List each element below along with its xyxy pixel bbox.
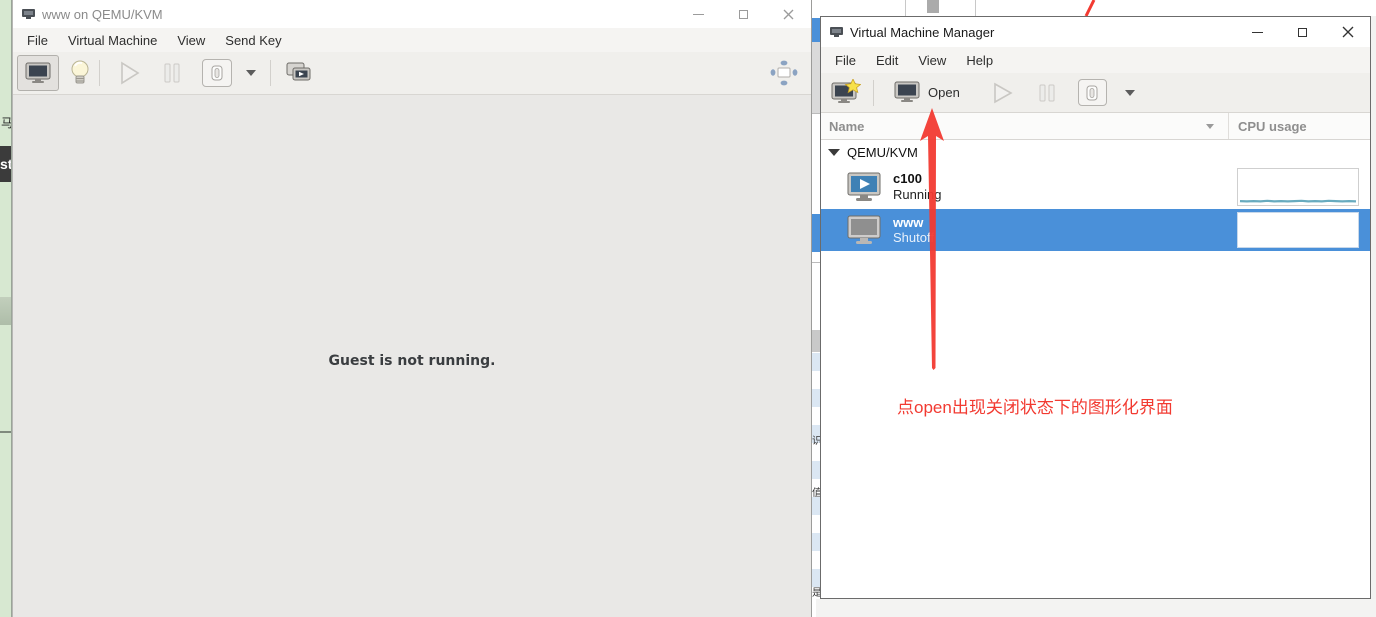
vm-window-icon xyxy=(830,27,843,37)
connection-row-qemu[interactable]: QEMU/KVM xyxy=(821,140,1370,164)
shutdown-menu-arrow[interactable] xyxy=(246,70,256,76)
vm-row-www-selected[interactable]: www Shutoff xyxy=(821,209,1370,251)
maximize-button[interactable] xyxy=(721,0,766,28)
fullscreen-icon[interactable] xyxy=(769,59,799,87)
background-window-gap-sliver: 识 值 是 xyxy=(812,0,820,617)
monitor-icon xyxy=(25,62,51,83)
shutdown-button[interactable] xyxy=(202,59,232,87)
console-window: www on QEMU/KVM File Virtual Machine Vie… xyxy=(12,0,812,617)
minimize-button[interactable] xyxy=(1235,17,1280,47)
shutdown-icon xyxy=(1086,85,1098,100)
clipped-dark-badge: st xyxy=(0,146,11,182)
clipped-text: 值 xyxy=(812,488,820,499)
shutdown-icon xyxy=(211,65,223,81)
run-icon-disabled[interactable] xyxy=(116,60,142,86)
console-menubar: File Virtual Machine View Send Key xyxy=(13,28,811,52)
vm-list-header: Name CPU usage xyxy=(821,113,1370,140)
column-header-name[interactable]: Name xyxy=(821,113,1229,139)
background-window-left-sliver: 马 st xyxy=(0,0,12,617)
background-area xyxy=(816,599,1376,617)
menu-view[interactable]: View xyxy=(167,30,215,51)
cpu-usage-cell xyxy=(1237,167,1359,206)
gap-line xyxy=(812,113,820,114)
bg-vline xyxy=(905,0,906,16)
show-graphical-console-button[interactable] xyxy=(17,55,59,91)
shutdown-button[interactable] xyxy=(1077,79,1107,106)
open-button[interactable]: Open xyxy=(886,77,968,109)
gap-gray-block xyxy=(812,330,820,352)
maximize-icon xyxy=(1298,27,1307,37)
annotation-text: 点open出现关闭状态下的图形化界面 xyxy=(897,398,1173,417)
vm-shutoff-icon xyxy=(847,215,881,244)
virtual-displays-icon[interactable] xyxy=(285,61,313,85)
vm-running-icon xyxy=(847,172,881,201)
annotation-arrow-up xyxy=(920,108,944,370)
sort-arrow-icon[interactable] xyxy=(1206,123,1214,129)
column-header-cpu[interactable]: CPU usage xyxy=(1229,119,1307,134)
sliver-band xyxy=(0,297,11,325)
pause-icon-disabled[interactable] xyxy=(1038,83,1056,103)
menu-file[interactable]: File xyxy=(17,30,58,51)
console-window-title: www on QEMU/KVM xyxy=(42,6,163,22)
manager-menubar: File Edit View Help xyxy=(821,47,1370,73)
maximize-button[interactable] xyxy=(1280,17,1325,47)
clipped-text: 是 xyxy=(812,588,820,599)
desktop: { "background": { "left_edge": { "partia… xyxy=(0,0,1376,617)
expander-icon[interactable] xyxy=(828,148,840,156)
vm-window-icon xyxy=(22,9,35,19)
gap-blue-block xyxy=(812,214,820,252)
minimize-icon xyxy=(693,13,704,15)
gap-blue-block xyxy=(812,18,820,42)
menu-virtual-machine[interactable]: Virtual Machine xyxy=(58,30,167,51)
bg-vline xyxy=(975,0,976,16)
manager-window: Virtual Machine Manager File Edit View H… xyxy=(820,16,1371,599)
bg-red-line xyxy=(1084,0,1096,16)
cpu-sparkline xyxy=(1239,199,1357,203)
bg-scrollbar-thumb xyxy=(927,0,939,13)
manager-titlebar[interactable]: Virtual Machine Manager xyxy=(821,17,1370,47)
menu-view[interactable]: View xyxy=(908,50,956,71)
background-window-top-sliver xyxy=(820,0,1376,16)
manager-window-title: Virtual Machine Manager xyxy=(850,24,995,40)
sliver-divider xyxy=(0,431,11,433)
lightbulb-icon[interactable] xyxy=(69,59,91,87)
run-icon-disabled[interactable] xyxy=(990,81,1014,105)
new-vm-icon[interactable] xyxy=(831,79,861,106)
maximize-icon xyxy=(739,9,748,19)
menu-edit[interactable]: Edit xyxy=(866,50,908,71)
cpu-column-label: CPU usage xyxy=(1238,118,1307,134)
menu-send-key[interactable]: Send Key xyxy=(215,30,291,51)
vm-row-c100[interactable]: c100 Running xyxy=(821,164,1370,209)
clipped-text: 马 xyxy=(1,116,12,130)
cpu-usage-graph-empty xyxy=(1237,212,1359,248)
manager-toolbar: Open xyxy=(821,73,1370,113)
cpu-usage-cell xyxy=(1237,212,1359,248)
shutdown-menu-arrow[interactable] xyxy=(1124,89,1135,96)
connection-label: QEMU/KVM xyxy=(847,144,918,160)
cpu-usage-graph xyxy=(1237,167,1359,206)
minimize-icon xyxy=(1252,31,1263,33)
vm-list: QEMU/KVM c100 Running www Shutoff xyxy=(821,140,1370,598)
guest-status-message: Guest is not running. xyxy=(328,353,496,369)
close-button[interactable] xyxy=(766,0,811,28)
open-button-label: Open xyxy=(928,85,960,100)
close-icon xyxy=(1342,26,1353,38)
menu-file[interactable]: File xyxy=(825,50,866,71)
console-toolbar xyxy=(13,52,811,95)
clipped-text: 识 xyxy=(812,436,820,447)
open-console-icon xyxy=(894,81,920,102)
console-titlebar[interactable]: www on QEMU/KVM xyxy=(13,0,811,28)
gap-table-rows xyxy=(812,353,820,598)
close-button[interactable] xyxy=(1325,17,1370,47)
menu-help[interactable]: Help xyxy=(956,50,1003,71)
pause-icon-disabled[interactable] xyxy=(162,62,182,84)
close-icon xyxy=(783,9,794,19)
minimize-button[interactable] xyxy=(676,0,721,28)
gap-gray-block xyxy=(812,42,820,113)
name-column-label: Name xyxy=(829,118,865,134)
console-client-area: Guest is not running. xyxy=(13,95,811,617)
gap-line xyxy=(812,262,820,263)
